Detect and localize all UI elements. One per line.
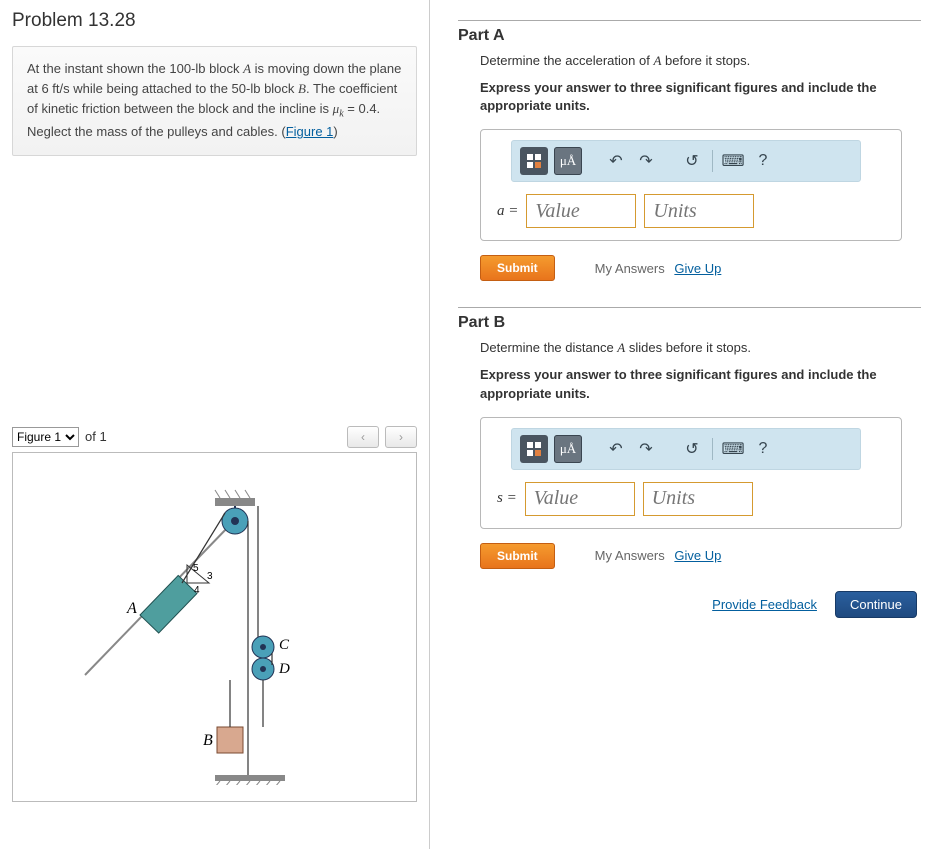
part-a-value-input[interactable] [526,194,636,228]
undo-icon[interactable]: ↶ [604,437,628,461]
figure-count: of 1 [85,429,107,444]
help-icon[interactable]: ? [751,149,775,173]
part-b-answer-box: μÅ ↶ ↷ ↺ ⌨ ? s = [480,417,902,529]
label-c: C [279,637,290,653]
label-b: B [203,732,213,749]
redo-icon[interactable]: ↷ [634,149,658,173]
keyboard-icon[interactable]: ⌨ [721,437,745,461]
problem-statement: At the instant shown the 100-lb block A … [12,46,417,156]
continue-button[interactable]: Continue [835,591,917,618]
part-a-desc: Determine the acceleration of A before i… [480,53,921,69]
tri-side: 3 [207,571,213,582]
part-a-title: Part A [458,27,921,45]
symbols-icon[interactable]: μÅ [554,147,582,175]
figure-next-button[interactable]: › [385,426,417,448]
part-a-give-up-link[interactable]: Give Up [674,261,721,276]
undo-icon[interactable]: ↶ [604,149,628,173]
label-a: A [126,600,137,617]
label-d: D [278,661,290,677]
templates-icon[interactable] [520,435,548,463]
tri-base: 4 [194,585,200,596]
figure-link[interactable]: Figure 1 [286,124,334,139]
part-a-submit-button[interactable]: Submit [480,255,555,281]
part-b-desc: Determine the distance A slides before i… [480,340,921,356]
part-b-title: Part B [458,314,921,332]
problem-text: At the instant shown the 100-lb block A … [27,61,401,139]
reset-icon[interactable]: ↺ [680,149,704,173]
part-a-instr: Express your answer to three significant… [480,79,921,115]
reset-icon[interactable]: ↺ [680,437,704,461]
part-b-value-input[interactable] [525,482,635,516]
part-b-instr: Express your answer to three significant… [480,366,921,402]
part-a-toolbar: μÅ ↶ ↷ ↺ ⌨ ? [511,140,861,182]
provide-feedback-link[interactable]: Provide Feedback [712,597,817,612]
figure-prev-button[interactable]: ‹ [347,426,379,448]
keyboard-icon[interactable]: ⌨ [721,149,745,173]
part-b-eq-label: s = [497,490,517,507]
symbols-icon[interactable]: μÅ [554,435,582,463]
part-a-units-input[interactable] [644,194,754,228]
part-b-my-answers-label: My Answers [595,548,665,563]
figure-diagram: A 5 3 4 C [12,452,417,802]
templates-icon[interactable] [520,147,548,175]
part-a-answer-box: μÅ ↶ ↷ ↺ ⌨ ? a = [480,129,902,241]
problem-title: Problem 13.28 [12,10,417,32]
figure-select[interactable]: Figure 1 [12,427,79,447]
part-b-submit-button[interactable]: Submit [480,543,555,569]
part-b-toolbar: μÅ ↶ ↷ ↺ ⌨ ? [511,428,861,470]
help-icon[interactable]: ? [751,437,775,461]
problem-text-tail: ) [333,124,337,139]
redo-icon[interactable]: ↷ [634,437,658,461]
part-a-my-answers-label: My Answers [595,261,665,276]
part-a-eq-label: a = [497,203,518,220]
part-b-give-up-link[interactable]: Give Up [674,548,721,563]
part-b-units-input[interactable] [643,482,753,516]
